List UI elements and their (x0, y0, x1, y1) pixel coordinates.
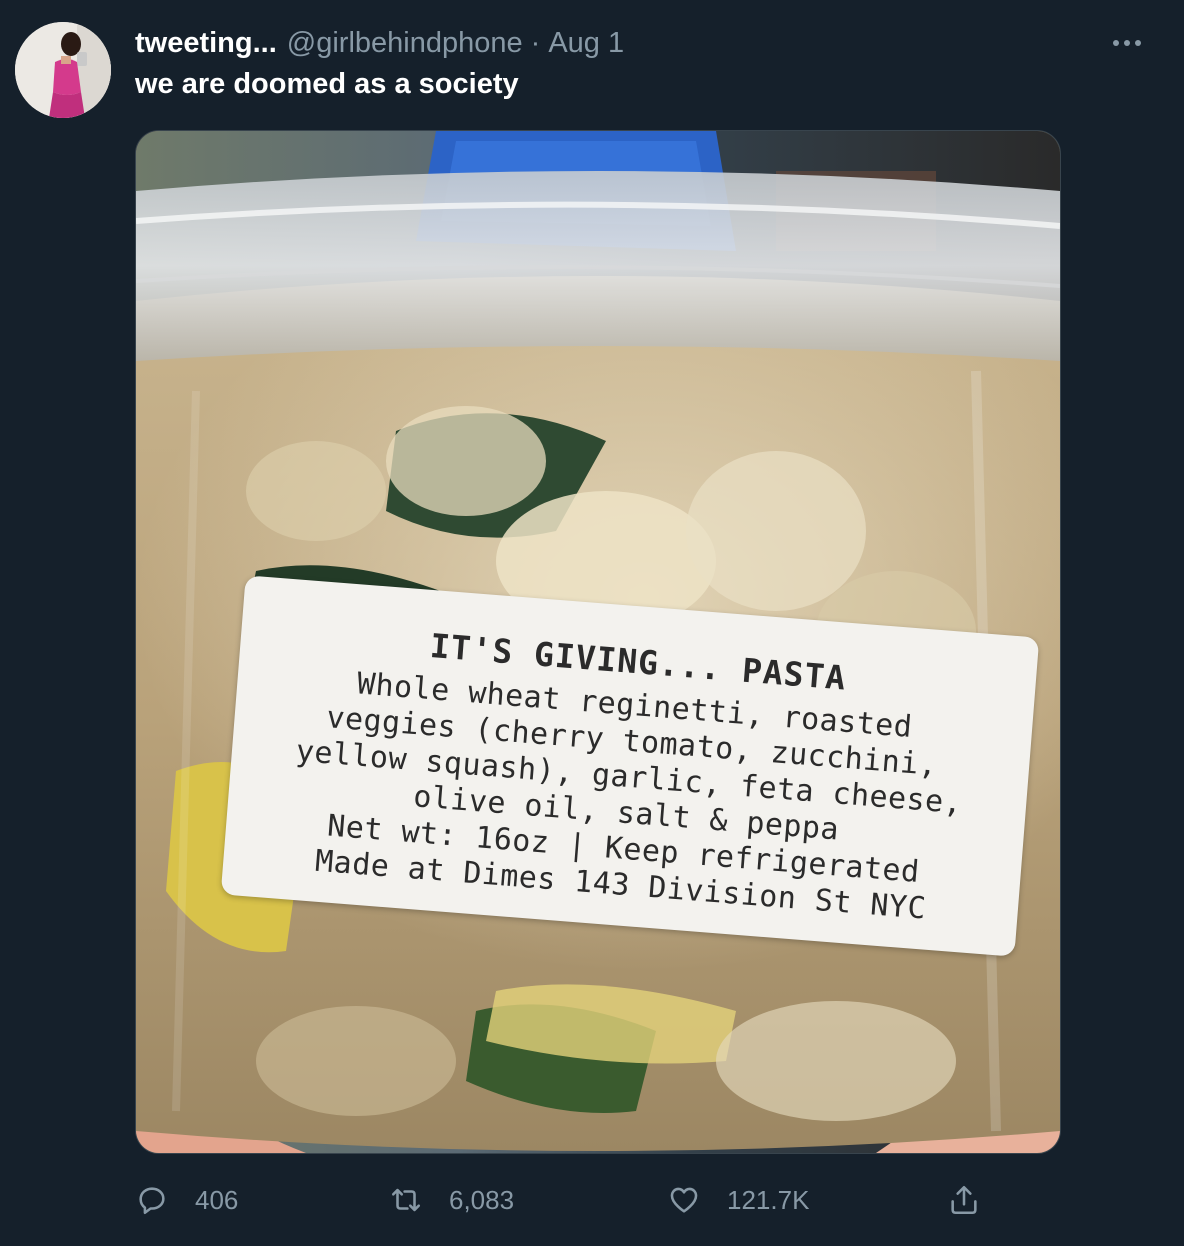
retweet-button[interactable]: 6,083 (389, 1172, 514, 1228)
product-label: IT'S GIVING... PASTA Whole wheat reginet… (220, 575, 1040, 957)
timestamp[interactable]: Aug 1 (548, 27, 624, 60)
like-button[interactable]: 121.7K (667, 1172, 809, 1228)
tweet-header: tweeting... @girlbehindphone · Aug 1 (135, 25, 624, 61)
avatar[interactable] (15, 22, 111, 118)
more-horizontal-icon[interactable] (1104, 28, 1150, 58)
tweet: tweeting... @girlbehindphone · Aug 1 we … (0, 0, 1184, 1246)
tweet-actions: 406 6,083 121.7K (135, 1172, 1059, 1228)
user-handle[interactable]: @girlbehindphone (287, 27, 523, 60)
reply-icon (139, 1187, 165, 1215)
share-icon (951, 1185, 977, 1215)
profile-photo (15, 22, 111, 118)
display-name[interactable]: tweeting... (135, 27, 277, 60)
more-dot (1113, 40, 1119, 46)
tweet-text: we are doomed as a society (135, 68, 519, 100)
more-dot (1124, 40, 1130, 46)
reply-count: 406 (195, 1184, 239, 1215)
more-dot (1135, 40, 1141, 46)
header-separator: · (530, 26, 541, 59)
retweet-count: 6,083 (449, 1184, 515, 1215)
share-button[interactable] (947, 1172, 981, 1228)
like-count: 121.7K (727, 1184, 810, 1215)
heart-icon (670, 1187, 698, 1213)
tweet-photo[interactable]: IT'S GIVING... PASTA Whole wheat reginet… (135, 130, 1061, 1154)
retweet-icon (391, 1188, 421, 1212)
reply-button[interactable]: 406 (135, 1172, 238, 1228)
